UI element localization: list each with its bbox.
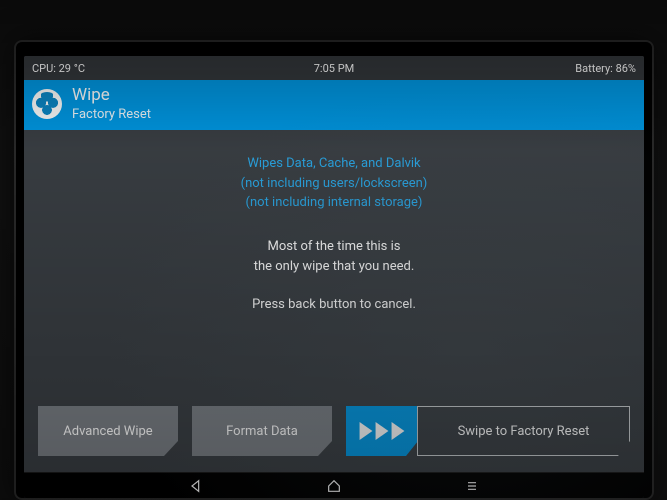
play-icon — [359, 422, 373, 440]
button-label: Advanced Wipe — [63, 424, 152, 439]
page-header: Wipe Factory Reset — [24, 80, 644, 130]
advanced-wipe-button[interactable]: Advanced Wipe — [38, 406, 178, 456]
slider-track[interactable]: Swipe to Factory Reset — [417, 406, 630, 456]
content-area: Wipes Data, Cache, and Dalvik (not inclu… — [24, 130, 644, 402]
info-line: the only wipe that you need. — [24, 257, 644, 277]
header-text: Wipe Factory Reset — [72, 87, 151, 122]
info-line: Press back button to cancel. — [24, 295, 644, 315]
recents-button[interactable] — [463, 477, 481, 495]
android-navbar — [24, 472, 644, 498]
plain-info: Most of the time this is the only wipe t… — [24, 237, 644, 315]
menu-icon — [464, 478, 480, 494]
slider-label: Swipe to Factory Reset — [458, 424, 590, 439]
photo-surface: CPU: 29 °C 7:05 PM Battery: 86% Wipe Fac… — [0, 0, 667, 500]
clock: 7:05 PM — [24, 62, 644, 75]
play-icon — [391, 422, 405, 440]
tablet-frame: CPU: 29 °C 7:05 PM Battery: 86% Wipe Fac… — [14, 40, 654, 500]
back-button[interactable] — [187, 477, 205, 495]
back-triangle-icon — [188, 478, 204, 494]
play-icon — [375, 422, 389, 440]
screen: CPU: 29 °C 7:05 PM Battery: 86% Wipe Fac… — [24, 56, 644, 498]
page-subtitle: Factory Reset — [72, 107, 151, 122]
home-icon — [326, 478, 342, 494]
button-row: Advanced Wipe Format Data Swipe to Facto… — [24, 406, 644, 464]
home-button[interactable] — [325, 477, 343, 495]
battery-label: Battery: 86% — [575, 62, 636, 75]
status-bar: CPU: 29 °C 7:05 PM Battery: 86% — [24, 56, 644, 80]
swipe-slider[interactable]: Swipe to Factory Reset — [346, 406, 630, 456]
button-label: Format Data — [226, 424, 298, 439]
info-line: (not including users/lockscreen) — [24, 174, 644, 194]
page-title: Wipe — [72, 87, 151, 104]
info-line: (not including internal storage) — [24, 193, 644, 213]
twrp-logo-icon — [32, 89, 62, 119]
slider-knob[interactable] — [346, 406, 418, 456]
cpu-temp: CPU: 29 °C — [32, 62, 85, 75]
highlight-info: Wipes Data, Cache, and Dalvik (not inclu… — [24, 154, 644, 213]
info-line: Most of the time this is — [24, 237, 644, 257]
format-data-button[interactable]: Format Data — [192, 406, 332, 456]
info-line: Wipes Data, Cache, and Dalvik — [24, 154, 644, 174]
